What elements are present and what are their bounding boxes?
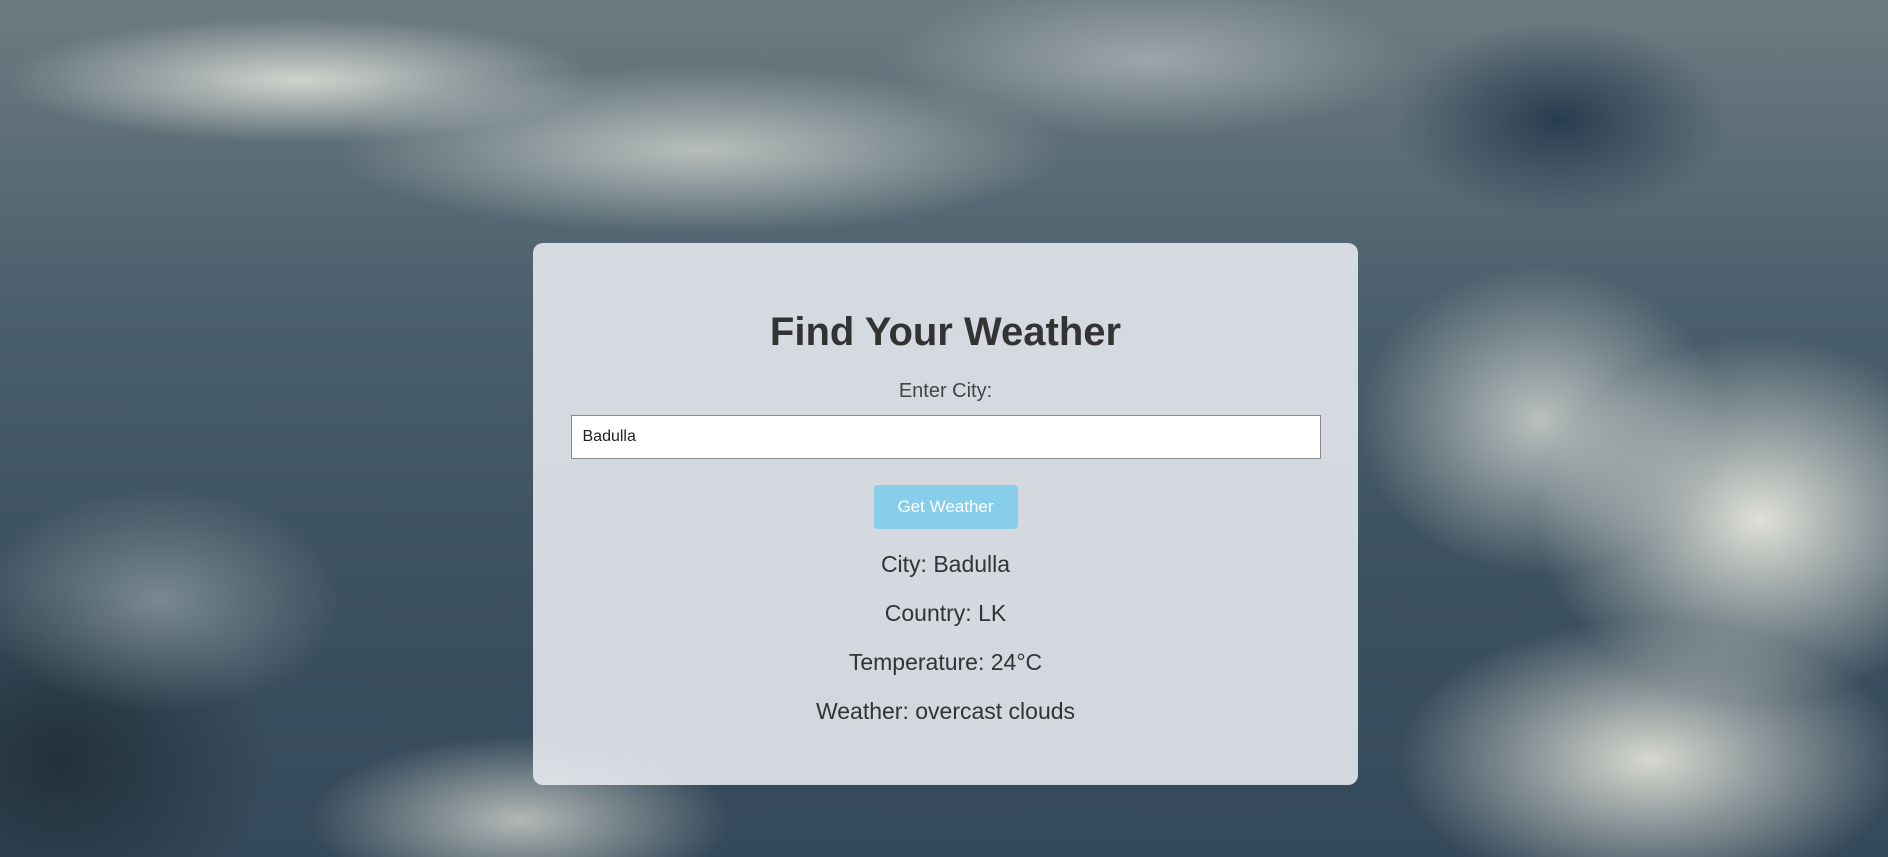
weather-card: Find Your Weather Enter City: Get Weathe… (533, 243, 1358, 785)
city-input[interactable] (570, 415, 1321, 459)
result-city: City: Badulla (880, 551, 1011, 577)
result-temperature: Temperature: 24°C (848, 649, 1043, 675)
result-country: Country: LK (884, 600, 1007, 626)
city-label: Enter City: (898, 380, 993, 402)
page-title: Find Your Weather (769, 310, 1122, 354)
weather-results: City: Badulla Country: LK Temperature: 2… (533, 545, 1358, 741)
result-weather: Weather: overcast clouds (815, 698, 1076, 724)
get-weather-button[interactable]: Get Weather (873, 485, 1018, 529)
